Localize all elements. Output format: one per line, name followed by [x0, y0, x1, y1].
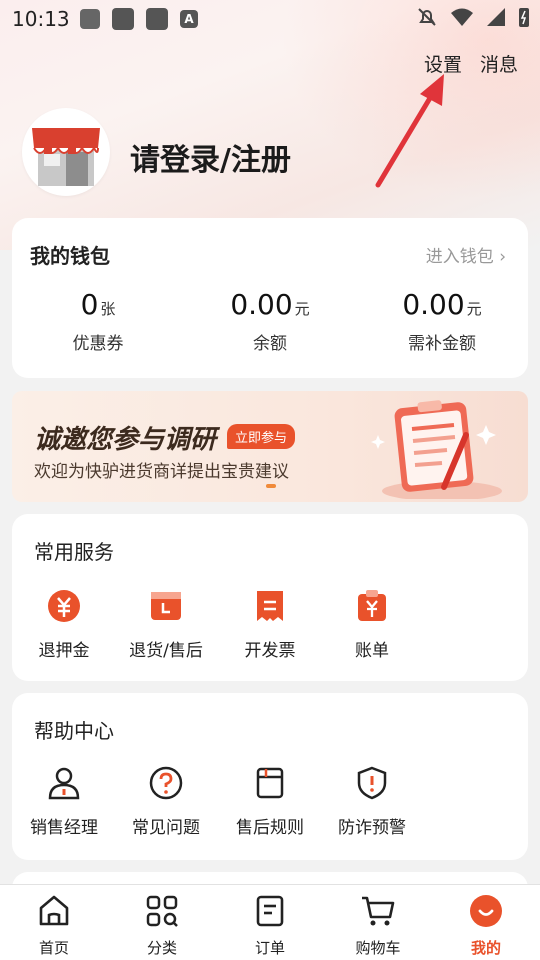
service-returns[interactable]: 退货/售后	[114, 588, 218, 661]
enter-wallet-link[interactable]: 进入钱包 ›	[426, 242, 506, 267]
category-icon	[146, 895, 178, 927]
app-notification-icon	[112, 8, 134, 30]
balance-unit: 元	[294, 300, 310, 318]
messages-link[interactable]: 消息	[480, 50, 518, 77]
banner-subtitle: 欢迎为快驴进货商详提出宝贵建议	[34, 462, 289, 482]
balance-value: 0.00	[230, 288, 293, 321]
annotation-arrow-icon	[375, 74, 444, 188]
coupons-value: 0	[80, 288, 99, 321]
status-bar: 10:13 A	[0, 0, 540, 38]
survey-banner[interactable]: 诚邀您参与调研 立即参与 欢迎为快驴进货商详提出宝贵建议	[12, 391, 528, 502]
app-notification-icon	[146, 8, 168, 30]
service-label: 开发票	[244, 641, 296, 661]
help-label: 售后规则	[236, 818, 304, 838]
wallet-card: 我的钱包 进入钱包 › 0张 优惠券 0.00 元 余额 0.00 元 需补金额	[12, 218, 528, 378]
wallet-due-amount[interactable]: 0.00 元 需补金额	[356, 288, 528, 354]
storefront-icon	[32, 128, 100, 186]
service-bill[interactable]: 账单	[320, 588, 424, 661]
clipboard-illustration-icon	[371, 400, 502, 499]
service-label: 账单	[355, 641, 389, 661]
tab-label: 首页	[38, 939, 69, 957]
tab-home[interactable]: 首页	[0, 893, 108, 958]
service-label: 退押金	[38, 641, 90, 661]
carousel-indicator	[266, 484, 276, 488]
help-label: 销售经理	[30, 818, 98, 838]
wifi-icon	[451, 8, 473, 26]
tab-orders[interactable]: 订单	[216, 893, 324, 958]
common-services-card: 常用服务 退押金 退货/售后 开发票 账单	[12, 514, 528, 681]
tab-profile[interactable]: 我的	[432, 893, 540, 958]
status-time: 10:13	[12, 7, 70, 31]
help-title: 帮助中心	[34, 719, 114, 743]
invoice-icon	[257, 591, 283, 621]
help-center-card: 帮助中心 销售经理 常见问题 售后规则 防诈预警	[12, 693, 528, 860]
sales-manager-icon	[48, 767, 80, 800]
service-deposit-refund[interactable]: 退押金	[12, 588, 116, 661]
battery-icon	[519, 8, 529, 27]
tab-category[interactable]: 分类	[108, 893, 216, 958]
return-icon	[151, 592, 181, 620]
coupons-unit: 张	[100, 300, 116, 318]
orders-icon	[256, 895, 284, 927]
after-sales-rules-icon	[256, 767, 284, 799]
due-value: 0.00	[402, 288, 465, 321]
service-label: 退货/售后	[129, 641, 203, 661]
deposit-refund-icon	[48, 590, 80, 622]
due-unit: 元	[466, 300, 482, 318]
login-register-link[interactable]: 请登录/注册	[130, 135, 291, 179]
bill-icon	[358, 590, 386, 621]
gallery-notification-icon	[80, 9, 100, 29]
avatar[interactable]	[22, 108, 110, 196]
help-label: 防诈预警	[338, 818, 406, 838]
join-now-badge[interactable]: 立即参与	[227, 424, 296, 449]
services-title: 常用服务	[34, 540, 114, 564]
tab-label: 订单	[254, 939, 285, 957]
help-after-sales-rules[interactable]: 售后规则	[218, 765, 322, 838]
signal-icon	[487, 8, 505, 26]
wallet-coupons[interactable]: 0张 优惠券	[12, 288, 184, 354]
wallet-balance[interactable]: 0.00 元 余额	[184, 288, 356, 354]
cart-icon	[362, 896, 395, 926]
profile-icon	[470, 895, 502, 927]
tab-label: 购物车	[355, 939, 401, 957]
mute-bell-icon	[418, 8, 436, 26]
help-label: 常见问题	[132, 818, 200, 838]
banner-title: 诚邀您参与调研	[34, 425, 217, 455]
balance-label: 余额	[253, 334, 287, 354]
wallet-title: 我的钱包	[30, 244, 110, 268]
home-icon	[39, 895, 69, 926]
tab-cart[interactable]: 购物车	[324, 893, 432, 958]
faq-icon	[149, 766, 183, 800]
bottom-tab-bar: 首页 分类 订单 购物车 我的	[0, 884, 540, 960]
font-notification-icon: A	[180, 10, 198, 28]
tab-label: 我的	[470, 939, 501, 957]
help-faq[interactable]: 常见问题	[114, 765, 218, 838]
due-label: 需补金额	[408, 334, 476, 354]
anti-fraud-icon	[357, 766, 387, 800]
help-anti-fraud[interactable]: 防诈预警	[320, 765, 424, 838]
help-sales-manager[interactable]: 销售经理	[12, 765, 116, 838]
service-invoice[interactable]: 开发票	[218, 588, 322, 661]
tab-label: 分类	[146, 939, 177, 957]
coupons-label: 优惠券	[72, 334, 124, 354]
